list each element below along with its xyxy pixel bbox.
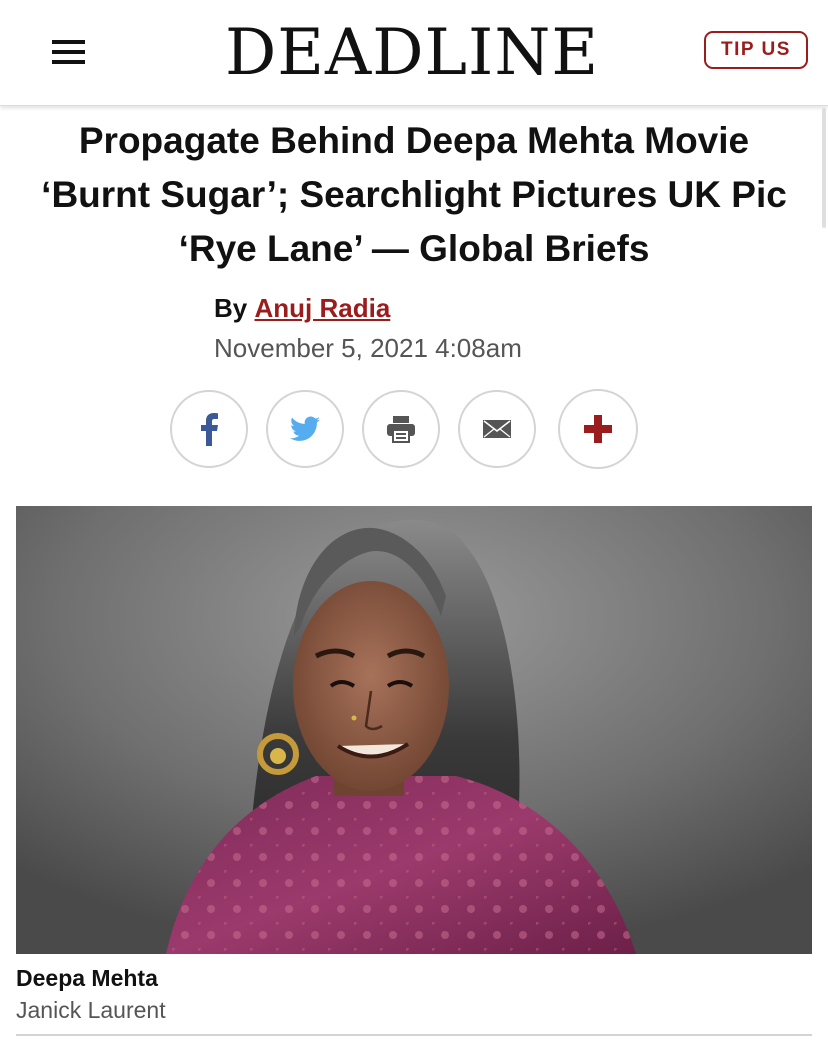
scroll-indicator[interactable]: [822, 108, 826, 228]
byline-prefix: By: [214, 293, 248, 323]
print-icon: [387, 416, 415, 443]
caption-divider: [16, 1034, 812, 1036]
publish-date: November 5, 2021 4:08am: [214, 333, 522, 363]
image-caption-credit: Janick Laurent: [16, 997, 166, 1023]
print-button[interactable]: [362, 390, 440, 468]
tip-us-button[interactable]: TIP US: [704, 31, 808, 69]
plus-icon: [584, 415, 612, 443]
email-icon: [483, 420, 511, 438]
email-share-button[interactable]: [458, 390, 536, 468]
hamburger-menu-icon[interactable]: [52, 40, 85, 65]
facebook-icon: [201, 413, 218, 446]
site-logo[interactable]: DEADLINE: [170, 18, 654, 88]
article-headline: Propagate Behind Deepa Mehta Movie ‘Burn…: [41, 120, 787, 269]
image-caption-title: Deepa Mehta: [16, 965, 158, 991]
site-header: DEADLINE TIP US: [0, 0, 828, 106]
author-link[interactable]: Anuj Radia: [254, 293, 390, 323]
more-share-button[interactable]: [558, 389, 638, 469]
byline: By Anuj Radia: [214, 292, 390, 324]
share-bar: [170, 389, 640, 470]
article-hero-image: [16, 506, 812, 954]
facebook-share-button[interactable]: [170, 390, 248, 468]
portrait-photo: [16, 506, 812, 954]
twitter-share-button[interactable]: [266, 390, 344, 468]
twitter-icon: [290, 416, 320, 441]
